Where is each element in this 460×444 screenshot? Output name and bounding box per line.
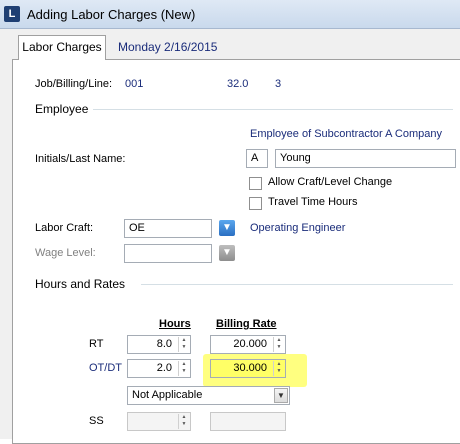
ss-hours-field[interactable]: ▲ ▼ xyxy=(127,412,191,431)
hours-column-header: Hours xyxy=(159,318,191,330)
ot-dt-rate-spinner[interactable]: ▲ ▼ xyxy=(273,361,284,376)
last-name-field[interactable]: Young xyxy=(275,149,456,168)
job-hours: 32.0 xyxy=(227,78,249,90)
initials-last-name-label: Initials/Last Name: xyxy=(35,153,126,165)
app-icon: L xyxy=(4,6,20,22)
ss-label: SS xyxy=(89,415,104,427)
rt-hours-value: 8.0 xyxy=(156,338,172,350)
ss-hours-spinner[interactable]: ▲ ▼ xyxy=(178,414,189,429)
ot-dt-label: OT/DT xyxy=(89,362,122,374)
title-bar: L Adding Labor Charges (New) xyxy=(0,0,460,29)
wage-level-lookup-icon[interactable]: ▼ xyxy=(219,245,235,261)
ot-dt-hours-field[interactable]: 2.0 ▲ ▼ xyxy=(127,359,191,378)
job-line: 3 xyxy=(275,78,282,90)
tab-labor-charges[interactable]: Labor Charges xyxy=(18,35,106,60)
travel-time-label: Travel Time Hours xyxy=(268,196,358,208)
ot-type-value: Not Applicable xyxy=(132,389,203,401)
hours-rates-separator xyxy=(141,284,453,285)
window-client: Labor Charges Monday 2/16/2015 Job/Billi… xyxy=(0,29,460,444)
rt-hours-field[interactable]: 8.0 ▲ ▼ xyxy=(127,335,191,354)
allow-craft-change-checkbox[interactable] xyxy=(249,177,262,190)
ot-type-select[interactable]: Not Applicable ▼ xyxy=(127,386,290,405)
initials-field[interactable]: A xyxy=(246,149,268,168)
rt-rate-value: 20.000 xyxy=(233,338,267,350)
employee-company: Employee of Subcontractor A Company xyxy=(250,128,442,140)
wage-level-label: Wage Level: xyxy=(35,247,96,259)
job-number: 001 xyxy=(125,78,144,90)
travel-time-checkbox[interactable] xyxy=(249,197,262,210)
labor-craft-lookup-icon[interactable]: ▼ xyxy=(219,220,235,236)
tab-date: Monday 2/16/2015 xyxy=(118,40,218,54)
job-billing-line-label: Job/Billing/Line: xyxy=(35,78,113,90)
ot-dt-hours-value: 2.0 xyxy=(156,362,172,374)
employee-section-title: Employee xyxy=(35,102,89,116)
labor-craft-label: Labor Craft: xyxy=(35,222,94,234)
chevron-down-icon[interactable]: ▼ xyxy=(274,388,288,403)
employee-separator xyxy=(93,109,453,110)
rt-rate-field[interactable]: 20.000 ▲ ▼ xyxy=(210,335,286,354)
ot-dt-hours-spinner[interactable]: ▲ ▼ xyxy=(178,361,189,376)
ot-dt-rate-field[interactable]: 30.000 ▲ ▼ xyxy=(210,359,286,378)
wage-level-field[interactable] xyxy=(124,244,212,263)
labor-charges-panel: Job/Billing/Line: 001 32.0 3 Employee Em… xyxy=(12,59,460,444)
hours-rates-section-title: Hours and Rates xyxy=(35,277,126,291)
ot-dt-rate-value: 30.000 xyxy=(233,362,267,374)
billing-rate-column-header: Billing Rate xyxy=(216,318,277,330)
labor-craft-description: Operating Engineer xyxy=(250,222,346,234)
window-title: Adding Labor Charges (New) xyxy=(27,7,196,22)
rt-label: RT xyxy=(89,338,104,350)
allow-craft-change-label: Allow Craft/Level Change xyxy=(268,176,393,188)
labor-craft-field[interactable]: OE xyxy=(124,219,212,238)
rt-hours-spinner[interactable]: ▲ ▼ xyxy=(178,337,189,352)
rt-rate-spinner[interactable]: ▲ ▼ xyxy=(273,337,284,352)
ss-rate-field[interactable] xyxy=(210,412,286,431)
